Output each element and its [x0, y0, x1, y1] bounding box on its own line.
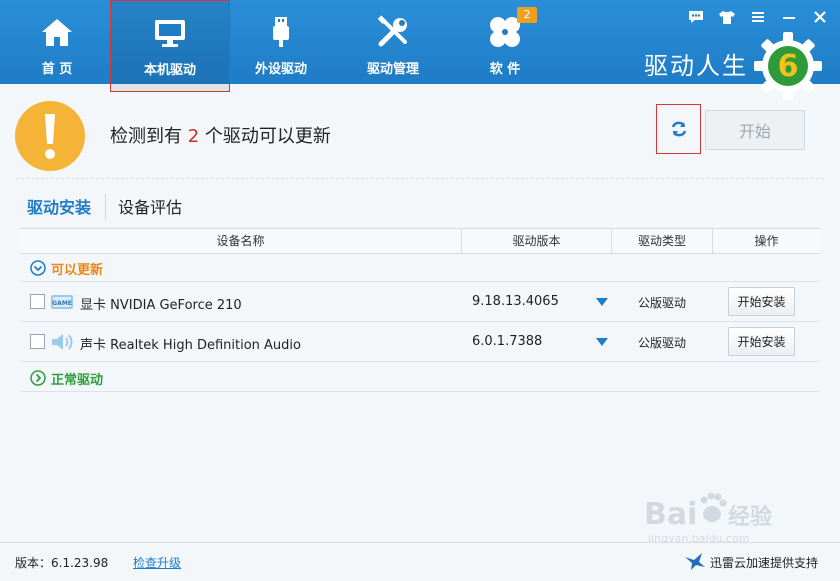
column-header-driver-version: 驱动版本 [512, 234, 561, 248]
nav-label: 外设驱动 [254, 62, 307, 77]
install-button[interactable]: 开始安装 [728, 287, 795, 316]
nav-item-local-drivers[interactable]: 本机驱动 [110, 0, 230, 92]
nav-item-home[interactable]: 首 页 [3, 0, 111, 84]
table-header: 设备名称 驱动版本 驱动类型 操作 [20, 228, 820, 254]
gpu-card-icon: GAME [51, 295, 73, 309]
row-divider [20, 361, 820, 362]
table-row: 声卡 Realtek High Definition Audio 6.0.1.7… [20, 321, 820, 361]
nav-label: 软 件 [489, 62, 521, 77]
xunlei-bird-icon [685, 553, 705, 570]
minimize-icon[interactable] [779, 8, 799, 26]
refresh-button[interactable] [656, 104, 701, 154]
baidu-watermark: Bai 经验 jingyan.baidu.com [644, 492, 772, 545]
driver-version: 9.18.13.4065 [472, 294, 559, 309]
top-nav-bar: 首 页 本机驱动 外设驱动 驱动管理 软 件 2 驱动人生 6 [0, 0, 840, 100]
column-header-driver-type: 驱动类型 [637, 234, 686, 248]
update-alert-message: 检测到有 2 个驱动可以更新 [110, 126, 331, 147]
nav-label: 首 页 [41, 62, 73, 77]
group-label: 可以更新 [51, 263, 104, 278]
version-dropdown-icon[interactable] [596, 298, 608, 306]
check-upgrade-link[interactable]: 检查升级 [133, 554, 181, 571]
group-normal-drivers[interactable]: 正常驱动 [20, 365, 820, 391]
install-button[interactable]: 开始安装 [728, 327, 795, 356]
version-dropdown-icon[interactable] [596, 338, 608, 346]
divider [16, 178, 824, 179]
row-checkbox[interactable] [30, 334, 45, 349]
gpu-icon-text: GAME [52, 300, 72, 307]
warning-icon [15, 101, 85, 171]
column-header-device-name: 设备名称 [216, 234, 265, 248]
driver-type: 公版驱动 [638, 336, 687, 350]
home-icon [42, 19, 72, 46]
close-icon[interactable] [810, 8, 830, 26]
skin-shirt-icon[interactable] [717, 8, 737, 26]
usb-icon [273, 17, 289, 47]
column-header-action: 操作 [754, 234, 779, 248]
chevron-right-circle-icon [30, 370, 46, 386]
watermark-text: Bai [644, 497, 697, 532]
group-label: 正常驱动 [51, 373, 104, 388]
device-name: 声卡 Realtek High Definition Audio [80, 338, 301, 353]
watermark-text-2: 经验 [728, 504, 772, 530]
nav-item-peripheral-drivers[interactable]: 外设驱动 [227, 0, 335, 84]
support-text: 迅雷云加速提供支持 [710, 556, 819, 570]
table-row: GAME 显卡 NVIDIA GeForce 210 9.18.13.4065 … [20, 281, 820, 321]
refresh-icon [671, 121, 686, 137]
brand-logo-gear-icon: 6 [754, 32, 822, 100]
driver-version: 6.0.1.7388 [472, 334, 543, 349]
version-label: 版本：6.1.23.98 [15, 556, 109, 570]
tab-divider [105, 194, 106, 220]
tools-icon [377, 15, 407, 47]
paw-icon [700, 492, 727, 522]
brand-name: 驱动人生 [644, 52, 748, 80]
speaker-icon [52, 334, 73, 350]
software-badge: 2 [517, 7, 537, 23]
tab-device-evaluation[interactable]: 设备评估 [118, 194, 182, 218]
logo-digit: 6 [778, 49, 799, 84]
row-divider [20, 391, 820, 392]
device-name: 显卡 NVIDIA GeForce 210 [80, 298, 242, 313]
status-bar: 版本：6.1.23.98 检查升级 迅雷云加速提供支持 [0, 542, 840, 581]
chevron-down-circle-icon [30, 260, 46, 276]
group-updatable[interactable]: 可以更新 [20, 255, 820, 281]
nav-item-software[interactable]: 软 件 2 [451, 0, 559, 84]
update-count: 2 [187, 126, 200, 147]
start-button[interactable]: 开始 [705, 110, 805, 150]
driver-type: 公版驱动 [638, 296, 687, 310]
window-controls [680, 8, 830, 26]
row-checkbox[interactable] [30, 294, 45, 309]
chat-icon[interactable] [686, 8, 706, 26]
nav-item-driver-management[interactable]: 驱动管理 [339, 0, 447, 84]
nav-label: 本机驱动 [143, 63, 196, 78]
tab-driver-install[interactable]: 驱动安装 [27, 194, 91, 218]
nav-label: 驱动管理 [366, 62, 419, 77]
menu-icon[interactable] [748, 8, 768, 26]
monitor-icon [155, 20, 185, 47]
